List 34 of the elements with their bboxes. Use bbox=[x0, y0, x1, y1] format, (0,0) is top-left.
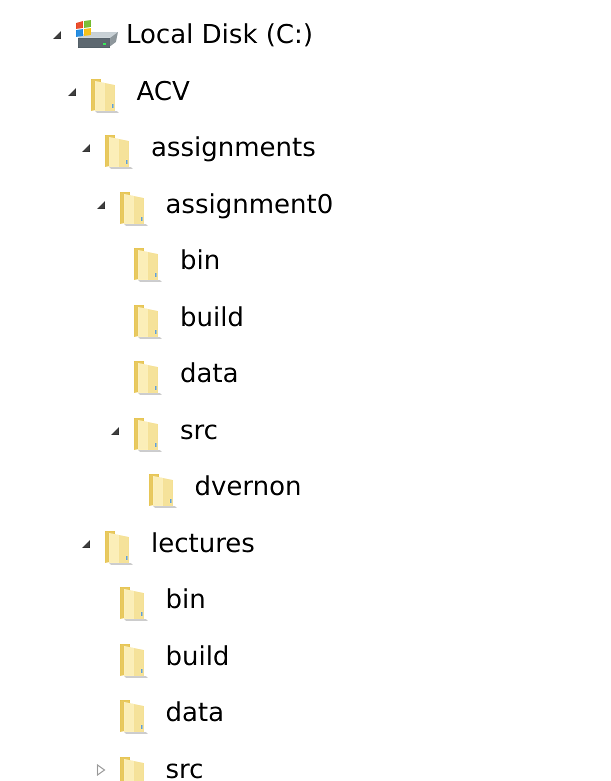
expanded-arrow-icon[interactable] bbox=[52, 30, 62, 40]
folder-icon bbox=[132, 302, 162, 339]
tree-item-label[interactable]: lectures bbox=[151, 528, 255, 559]
folder-icon bbox=[103, 528, 133, 565]
expanded-arrow-icon[interactable] bbox=[81, 538, 91, 549]
tree-item-label[interactable]: data bbox=[166, 698, 224, 728]
folder-icon bbox=[146, 472, 176, 508]
tree-item-label[interactable]: dvernon bbox=[194, 472, 302, 502]
folder-icon bbox=[88, 76, 118, 113]
tree-item-label[interactable]: build bbox=[180, 302, 244, 333]
drive-icon bbox=[74, 20, 120, 50]
folder-icon bbox=[118, 585, 148, 622]
tree-item-label[interactable]: src bbox=[166, 754, 204, 781]
tree-item-label[interactable]: assignments bbox=[151, 133, 316, 164]
folder-icon bbox=[118, 642, 148, 678]
collapsed-arrow-icon[interactable] bbox=[96, 764, 106, 776]
tree-item-label[interactable]: build bbox=[166, 642, 230, 672]
tree-item-label[interactable]: bin bbox=[166, 585, 206, 616]
folder-icon bbox=[118, 190, 148, 226]
expanded-arrow-icon[interactable] bbox=[81, 143, 91, 154]
tree-item-label[interactable]: ACV bbox=[136, 76, 190, 107]
expanded-arrow-icon[interactable] bbox=[96, 200, 106, 210]
tree-item-label[interactable]: data bbox=[180, 359, 239, 390]
expanded-arrow-icon[interactable] bbox=[110, 426, 120, 436]
tree-item-label[interactable]: Local Disk (C:) bbox=[126, 20, 313, 50]
folder-icon bbox=[118, 698, 148, 734]
expanded-arrow-icon[interactable] bbox=[66, 86, 76, 97]
tree-item-label[interactable]: src bbox=[180, 416, 218, 446]
folder-icon bbox=[132, 359, 162, 396]
folder-icon bbox=[103, 133, 133, 170]
tree-item-label[interactable]: assignment0 bbox=[166, 190, 334, 220]
folder-icon bbox=[132, 416, 162, 452]
tree-item-label[interactable]: bin bbox=[180, 246, 220, 276]
folder-icon bbox=[132, 246, 162, 282]
